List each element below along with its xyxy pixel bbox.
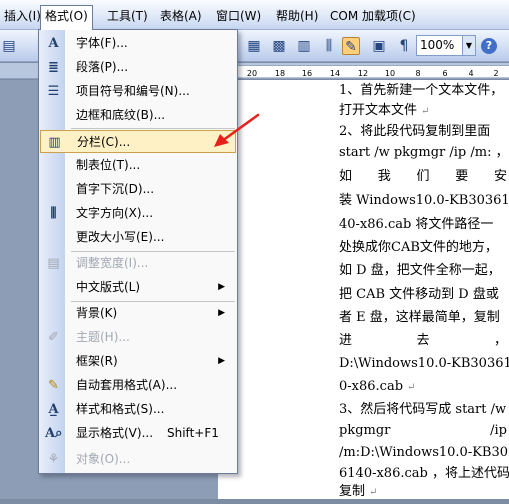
autoformat-icon: ✎ xyxy=(48,378,59,393)
doc-line: 打开文本文件 ↵ xyxy=(339,103,430,118)
menu-item-font[interactable]: A 字体(F)... xyxy=(40,32,237,55)
doc-line: 40-x86.cab 将文件路径一 xyxy=(339,217,494,232)
ruler-tick: 12 xyxy=(357,69,369,78)
doc-line: 复制 ↵ xyxy=(339,484,378,499)
menu-help[interactable]: 帮助(H) xyxy=(272,6,322,26)
menu-insert[interactable]: 插入(I) xyxy=(0,6,45,26)
menu-item-columns[interactable]: ▥ 分栏(C)... xyxy=(40,130,236,153)
reveal-format-icon: A⌕ xyxy=(45,426,63,441)
theme-icon: ✐ xyxy=(48,330,59,345)
menu-window[interactable]: 窗口(W) xyxy=(212,6,265,26)
menu-separator xyxy=(71,128,235,129)
doc-line: 处换成你CAB文件的地方， xyxy=(339,240,498,255)
ruler-tick: 6 xyxy=(442,69,448,78)
submenu-arrow-icon: ▶ xyxy=(218,282,225,292)
menu-item-text-direction[interactable]: ⫼ 文字方向(X)... xyxy=(40,202,237,225)
columns-icon: ▥ xyxy=(48,135,61,150)
doc-line: D:\Windows10.0-KB303614 xyxy=(339,356,509,371)
doc-line: 2、将此段代码复制到里面 xyxy=(339,124,491,139)
menu-table[interactable]: 表格(A) xyxy=(156,6,206,26)
menu-item-object: ⚘ 对象(O)... xyxy=(40,448,237,471)
font-icon: A xyxy=(48,36,59,51)
document-page[interactable]: 1、首先新建一个文本文件， 打开文本文件 ↵ 2、将此段代码复制到里面 start… xyxy=(218,80,509,499)
menu-item-styles-formatting[interactable]: A̲ 样式和格式(S)... xyxy=(40,398,237,421)
menu-tools[interactable]: 工具(T) xyxy=(103,6,152,26)
paragraph-icon: ≣ xyxy=(48,60,59,75)
menu-format[interactable]: 格式(O) xyxy=(40,5,93,30)
ruler-tick: 2 xyxy=(493,69,499,78)
ruler-tick: 14 xyxy=(329,69,341,78)
menu-item-fit-width: ▤ 调整宽度(I)... xyxy=(40,252,237,275)
text-direction-icon[interactable]: ⫼ xyxy=(320,37,338,55)
doc-line: /m:D:\Windows10.0-KB303 xyxy=(339,445,509,460)
menu-item-change-case[interactable]: 更改大小写(E)... xyxy=(40,226,237,249)
zoom-value: 100% xyxy=(420,38,455,52)
menu-bar: 插入(I) 格式(O) 工具(T) 表格(A) 窗口(W) 帮助(H) COM … xyxy=(0,0,509,30)
doc-line: 装 Windows10.0-KB30361 xyxy=(339,193,509,208)
toolbar-left-icon[interactable]: ▤ xyxy=(0,37,18,55)
submenu-arrow-icon: ▶ xyxy=(218,308,225,318)
doc-line: 1、首先新建一个文本文件， xyxy=(339,83,504,98)
doc-line: pkgmgr/ip xyxy=(339,423,507,438)
doc-line: 如我们要安 xyxy=(339,169,507,184)
menu-item-tabs[interactable]: 制表位(T)... xyxy=(40,154,237,177)
menu-item-asian-layout[interactable]: 中文版式(L) ▶ xyxy=(40,276,237,299)
ruler-tick: 20 xyxy=(246,69,258,78)
menu-item-autoformat[interactable]: ✎ 自动套用格式(A)... xyxy=(40,374,237,397)
menu-item-reveal-formatting[interactable]: A⌕ 显示格式(V)... Shift+F1 xyxy=(40,422,237,445)
submenu-arrow-icon: ▶ xyxy=(218,356,225,366)
menu-item-borders-shading[interactable]: 边框和底纹(B)... xyxy=(40,104,237,127)
menu-com-addins[interactable]: COM 加载项(C) xyxy=(326,6,420,26)
ruler-scale: 20 18 16 14 12 10 8 6 4 2 xyxy=(238,65,509,78)
object-icon: ⚘ xyxy=(47,452,60,467)
styles-icon: A̲ xyxy=(48,402,59,417)
document-map-icon[interactable]: ▣ xyxy=(370,37,388,55)
doc-line: 0-x86.cab ↵ xyxy=(339,379,416,394)
text-direction-icon: ⫼ xyxy=(50,206,57,221)
menu-item-frames[interactable]: 框架(R) ▶ xyxy=(40,350,237,373)
format-menu: A 字体(F)... ≣ 段落(P)... ☰ 项目符号和编号(N)... 边框… xyxy=(38,29,238,474)
menu-item-paragraph[interactable]: ≣ 段落(P)... xyxy=(40,56,237,79)
menu-item-drop-cap[interactable]: 首字下沉(D)... xyxy=(40,178,237,201)
ruler-tick: 4 xyxy=(468,69,474,78)
drawing-icon[interactable]: ✎ xyxy=(342,37,360,55)
ruler-tick: 18 xyxy=(274,69,286,78)
doc-line: 把 CAB 文件移动到 D 盘或 xyxy=(339,287,499,302)
columns-icon[interactable]: ▥ xyxy=(295,37,313,55)
chevron-down-icon[interactable]: ▼ xyxy=(462,36,475,55)
menu-item-background[interactable]: 背景(K) ▶ xyxy=(40,302,237,325)
show-hide-icon[interactable]: ¶ xyxy=(395,37,413,55)
table-icon[interactable]: ▦ xyxy=(245,37,263,55)
help-icon[interactable]: ? xyxy=(481,38,497,54)
ruler-tick: 16 xyxy=(301,69,313,78)
doc-line: 如 D 盘，把文件全称一起， xyxy=(339,263,501,278)
spreadsheet-icon[interactable]: ▩ xyxy=(270,37,288,55)
fit-width-icon: ▤ xyxy=(47,256,60,271)
doc-line: start /w pkgmgr /ip /m: ，比 xyxy=(339,145,509,160)
menu-item-theme: ✐ 主题(H)... xyxy=(40,326,237,349)
bullets-icon: ☰ xyxy=(47,84,60,99)
ruler-tick: 8 xyxy=(415,69,421,78)
doc-line: 进去， xyxy=(339,333,507,348)
doc-line: 者 E 盘，这样最简单，复制 xyxy=(339,310,500,325)
zoom-select[interactable]: 100% ▼ xyxy=(416,35,476,56)
doc-line: 3、然后将代码写成 start /w xyxy=(339,402,507,417)
menu-item-bullets-numbering[interactable]: ☰ 项目符号和编号(N)... xyxy=(40,80,237,103)
ruler-tick: 10 xyxy=(384,69,396,78)
